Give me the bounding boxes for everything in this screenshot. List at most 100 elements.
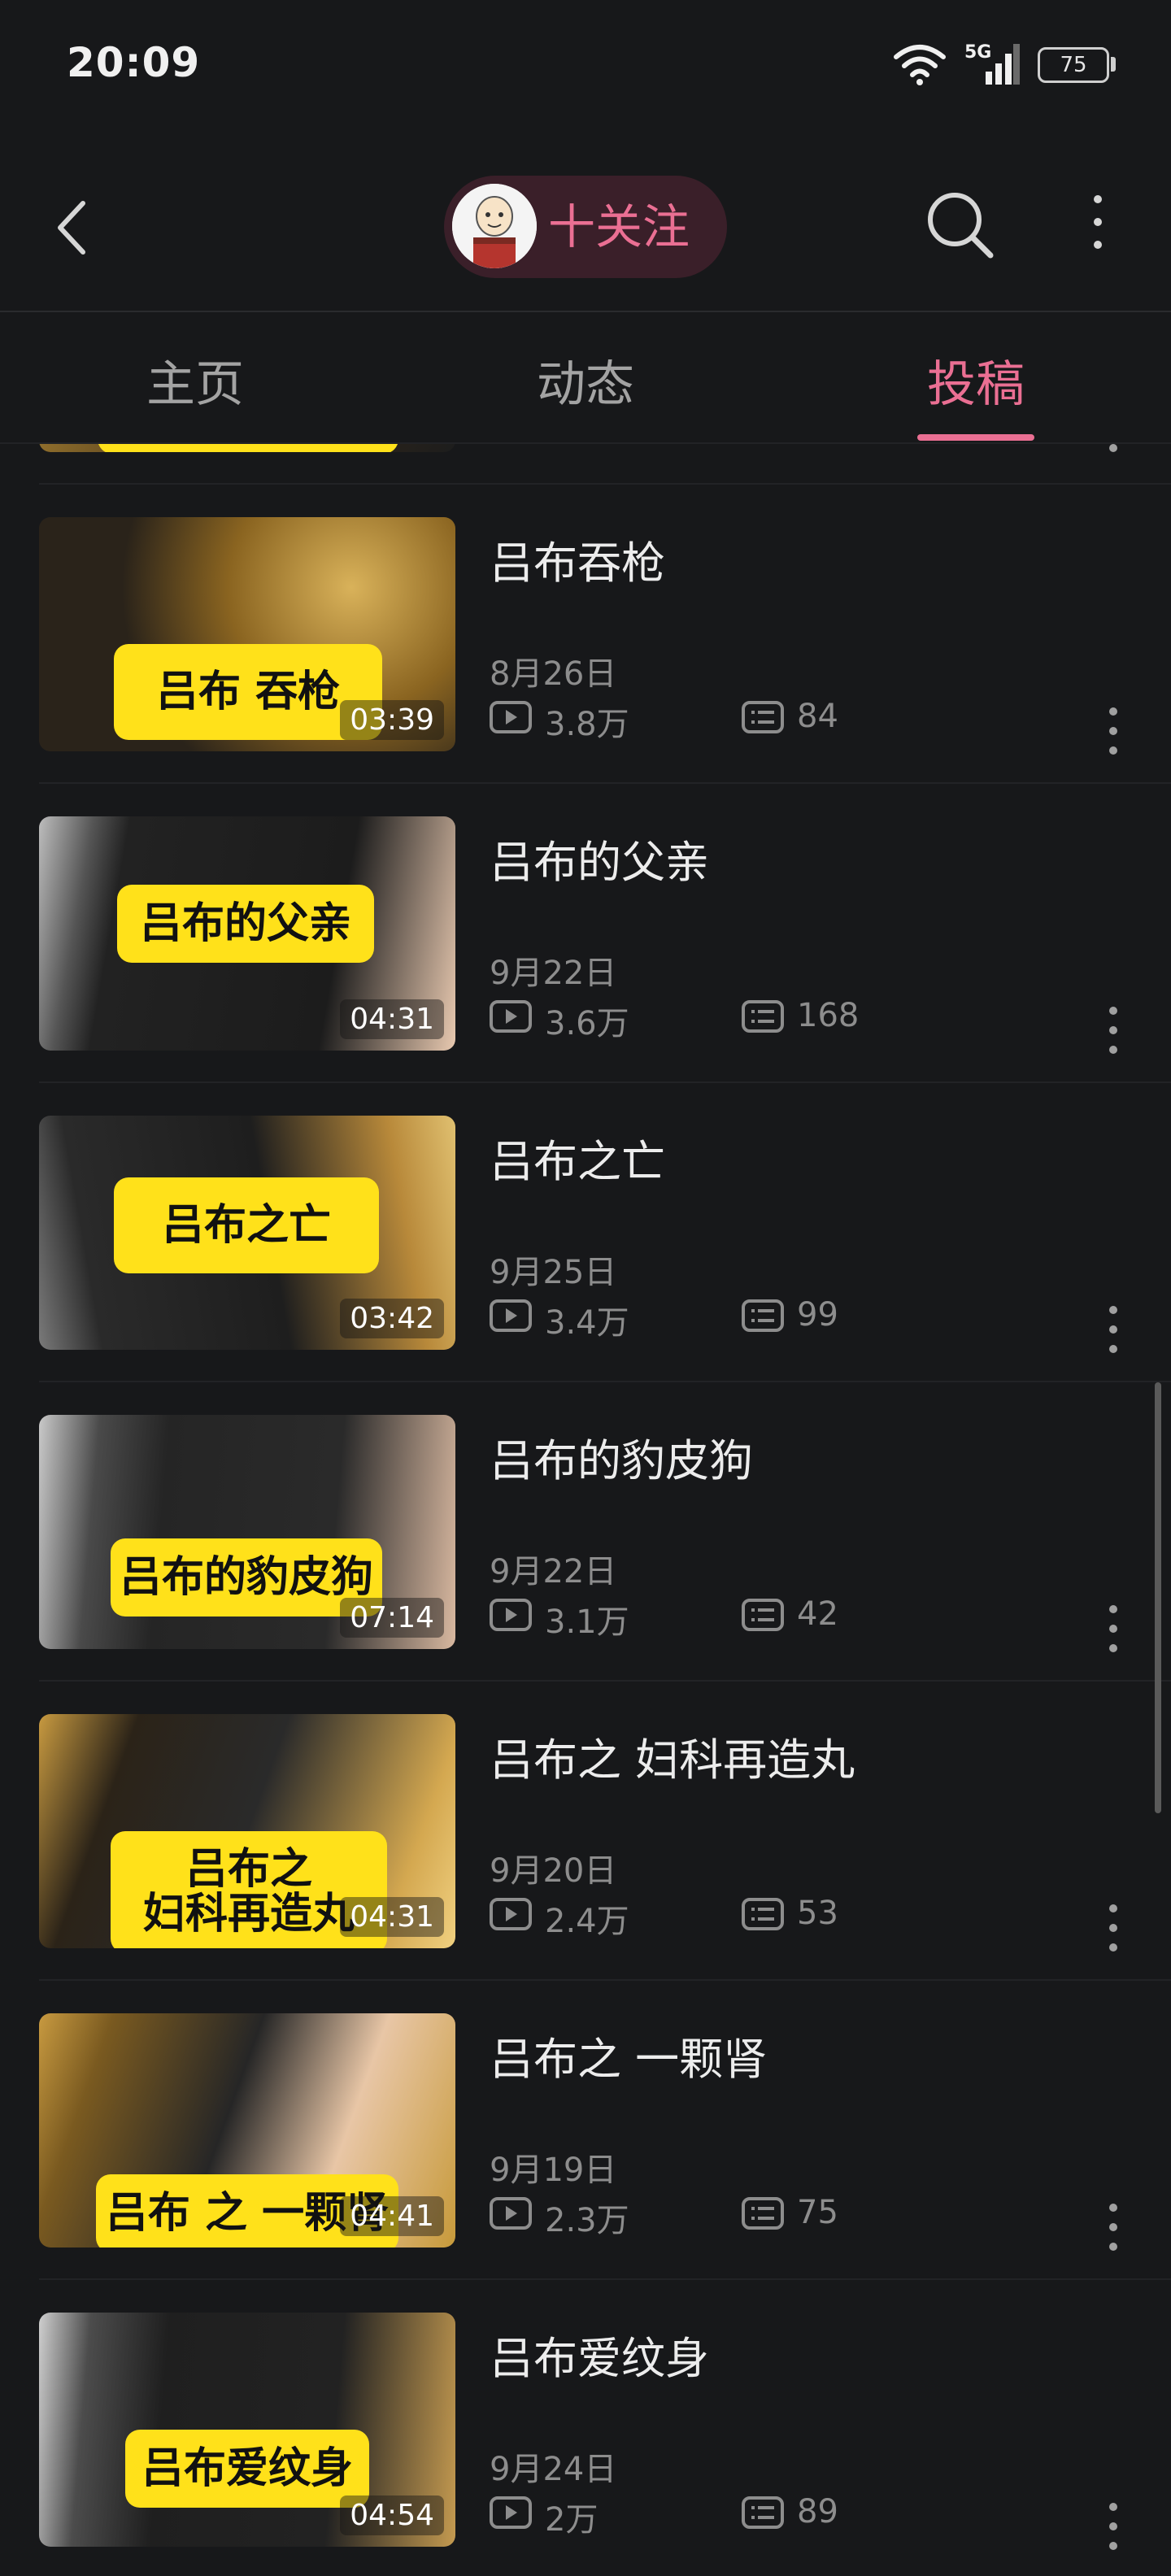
battery-icon: 75	[1038, 47, 1109, 83]
video-date: 9月19日	[490, 2152, 617, 2189]
view-count: 3.1万	[545, 1603, 629, 1641]
video-thumbnail[interactable]: 吕布之亡 03:42	[39, 1116, 455, 1350]
comment-count: 75	[797, 2194, 838, 2231]
comment-count-icon	[742, 2496, 784, 2529]
tab-home[interactable]: 主页	[114, 345, 276, 413]
follow-button[interactable]: 十关注	[444, 176, 727, 278]
battery-tip	[1111, 57, 1116, 72]
dot	[1094, 218, 1102, 226]
comment-count-icon	[742, 1000, 784, 1033]
play-count-icon	[490, 1599, 532, 1631]
video-title[interactable]: 吕布吞枪	[490, 527, 665, 591]
thumbnail-caption: 吕布爱纹身	[125, 2430, 369, 2508]
list-item[interactable]: 吕布之亡 03:42 吕布之亡 9月25日 3.4万 99	[0, 1083, 1171, 1382]
video-list[interactable]: 吕布 吞枪 03:39 吕布吞枪 8月26日 3.8万 84 吕布的父亲 04:…	[0, 444, 1171, 2576]
comment-count-icon	[742, 1898, 784, 1930]
comment-count: 89	[797, 2493, 838, 2530]
tab-active-indicator	[917, 434, 1034, 441]
play-count-icon	[490, 1898, 532, 1930]
view-count: 3.6万	[545, 1005, 629, 1042]
tab-activity[interactable]: 动态	[504, 345, 667, 413]
comment-count: 99	[797, 1296, 838, 1334]
play-count-icon	[490, 1299, 532, 1332]
comment-count: 42	[797, 1595, 838, 1633]
video-date: 9月22日	[490, 1553, 617, 1590]
video-date: 9月20日	[490, 1852, 617, 1890]
status-bar: 20:09 5G 75	[0, 0, 1171, 130]
video-title[interactable]: 吕布之亡	[490, 1125, 665, 1190]
wifi-icon	[894, 45, 946, 85]
more-options-icon[interactable]	[1098, 444, 1130, 454]
signal-icon	[986, 44, 1020, 85]
video-duration: 04:31	[340, 1897, 444, 1937]
status-time: 20:09	[67, 39, 201, 86]
comment-count-icon	[742, 1299, 784, 1332]
more-options-icon[interactable]	[1098, 2500, 1130, 2550]
list-item[interactable]: 吕布之 妇科再造丸 04:31 吕布之 妇科再造丸 9月20日 2.4万 53	[0, 1682, 1171, 1981]
comment-count-icon	[742, 1599, 784, 1631]
play-count-icon	[490, 1000, 532, 1033]
view-count: 3.4万	[545, 1304, 629, 1342]
play-count-icon	[490, 2496, 532, 2529]
comment-count: 53	[797, 1895, 838, 1932]
video-date: 9月22日	[490, 955, 617, 992]
comment-count: 84	[797, 698, 838, 735]
back-arrow-icon[interactable]	[49, 195, 98, 260]
video-title[interactable]: 吕布的豹皮狗	[490, 1425, 753, 1489]
video-title[interactable]: 吕布的父亲	[490, 826, 709, 890]
follow-label: 十关注	[548, 199, 690, 255]
video-thumbnail[interactable]: 吕布之 妇科再造丸 04:31	[39, 1714, 455, 1948]
comment-count-icon	[742, 701, 784, 733]
list-item[interactable]: 吕布爱纹身 04:54 吕布爱纹身 9月24日 2万 89	[0, 2280, 1171, 2576]
video-title[interactable]: 吕布之 一颗肾	[490, 2023, 767, 2087]
video-thumbnail[interactable]	[39, 444, 455, 452]
thumbnail-caption: 吕布的父亲	[117, 885, 374, 963]
dot	[1094, 241, 1102, 249]
more-options-icon[interactable]	[1098, 2200, 1130, 2251]
view-count: 2万	[545, 2501, 599, 2539]
video-date: 9月25日	[490, 1254, 617, 1291]
video-duration: 04:31	[340, 999, 444, 1039]
video-thumbnail[interactable]: 吕布 吞枪 03:39	[39, 517, 455, 751]
view-count: 2.3万	[545, 2202, 629, 2239]
video-title[interactable]: 吕布爱纹身	[490, 2322, 709, 2387]
list-item[interactable]: 吕布的父亲 04:31 吕布的父亲 9月22日 3.6万 168	[0, 784, 1171, 1083]
list-item[interactable]	[0, 444, 1171, 485]
play-count-icon	[490, 2197, 532, 2230]
video-thumbnail[interactable]: 吕布爱纹身 04:54	[39, 2313, 455, 2547]
avatar	[452, 184, 537, 268]
video-duration: 03:42	[340, 1299, 444, 1338]
list-item[interactable]: 吕布 吞枪 03:39 吕布吞枪 8月26日 3.8万 84	[0, 485, 1171, 784]
video-thumbnail[interactable]: 吕布的豹皮狗 07:14	[39, 1415, 455, 1649]
view-count: 3.8万	[545, 706, 629, 743]
comment-count: 168	[797, 997, 860, 1034]
list-item[interactable]: 吕布 之 一颗肾 04:41 吕布之 一颗肾 9月19日 2.3万 75	[0, 1981, 1171, 2280]
video-thumbnail[interactable]: 吕布 之 一颗肾 04:41	[39, 2013, 455, 2247]
more-options-icon[interactable]	[1098, 1901, 1130, 1952]
avatar-illustration	[452, 184, 537, 268]
search-icon[interactable]	[924, 182, 997, 263]
video-date: 9月24日	[490, 2451, 617, 2488]
video-duration: 04:54	[340, 2496, 444, 2535]
video-date: 8月26日	[490, 655, 617, 693]
more-options-icon[interactable]	[1098, 1602, 1130, 1652]
dot	[1094, 195, 1102, 203]
video-title[interactable]: 吕布之 妇科再造丸	[490, 1724, 855, 1788]
tab-bar: 主页 动态 投稿	[0, 312, 1171, 442]
video-duration: 04:41	[340, 2196, 444, 2236]
play-count-icon	[490, 701, 532, 733]
more-options-icon[interactable]	[1098, 704, 1130, 755]
list-item[interactable]: 吕布的豹皮狗 07:14 吕布的豹皮狗 9月22日 3.1万 42	[0, 1382, 1171, 1682]
comment-count-icon	[742, 2197, 784, 2230]
view-count: 2.4万	[545, 1903, 629, 1940]
top-nav: 十关注	[0, 146, 1171, 309]
thumbnail-caption: 吕布之亡	[114, 1177, 379, 1273]
battery-level: 75	[1060, 53, 1087, 77]
scrollbar[interactable]	[1155, 1382, 1161, 1813]
tab-submissions[interactable]: 投稿	[895, 345, 1057, 413]
video-duration: 03:39	[340, 700, 444, 740]
more-options-icon[interactable]	[1098, 1003, 1130, 1054]
more-options-icon[interactable]	[1098, 1303, 1130, 1353]
more-options-icon[interactable]	[1073, 195, 1122, 260]
video-thumbnail[interactable]: 吕布的父亲 04:31	[39, 816, 455, 1051]
